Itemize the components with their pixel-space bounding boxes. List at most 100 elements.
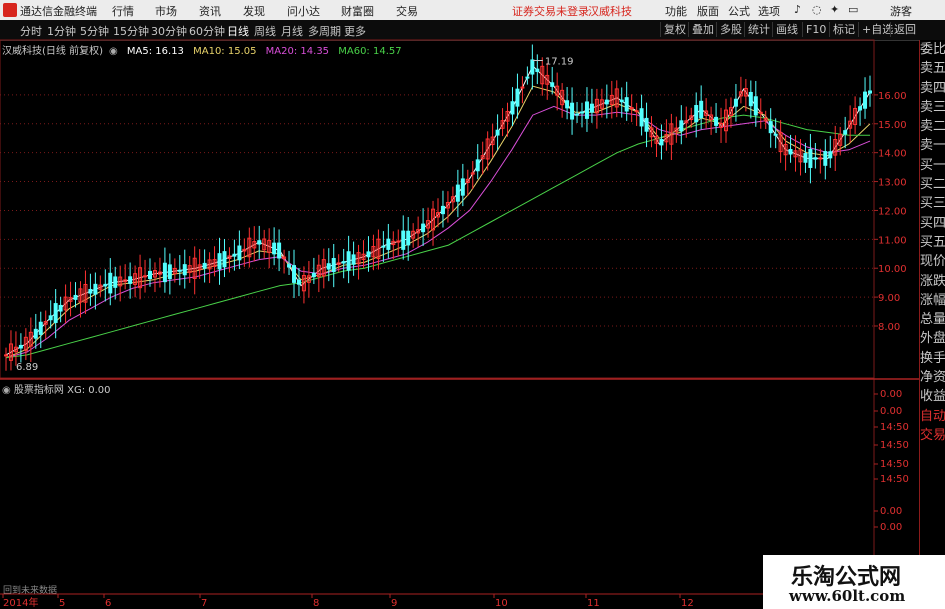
candle-body (565, 100, 570, 109)
candle-body (292, 265, 296, 283)
candle-body (4, 354, 8, 357)
candle-body (589, 103, 594, 113)
candle-body (495, 129, 500, 136)
candle-body (33, 328, 38, 339)
gear-icon[interactable]: ◉ (2, 385, 11, 396)
y-tick-label: 8.00 (878, 322, 900, 333)
y-tick-label: 10.00 (878, 264, 907, 275)
sidebar-item-12: 涨跌 (920, 273, 945, 289)
candle-body (570, 102, 575, 120)
sidebar-item-13: 涨幅 (920, 292, 945, 308)
candle-body (659, 139, 664, 146)
candle-body (351, 254, 356, 265)
candle-body (714, 116, 719, 126)
candle-body (823, 151, 828, 166)
candle-body (257, 240, 262, 245)
candle-body (38, 321, 43, 335)
no-data-text: 回到未来数据 (3, 586, 58, 596)
candle-body (694, 105, 699, 123)
candle-body (326, 263, 331, 270)
candle-body (366, 251, 371, 258)
candle-body (455, 184, 460, 202)
candle-body (341, 261, 346, 264)
candle-body (287, 264, 292, 268)
candle-body (733, 98, 738, 107)
candle-body (18, 344, 23, 349)
sidebar-item-16: 换手 (920, 350, 945, 366)
indicator-title: 股票指标网 (13, 385, 64, 396)
candle-body (748, 91, 753, 107)
candle-body (550, 82, 555, 87)
candle-body (575, 113, 580, 116)
x-tick-label: 8 (313, 598, 319, 609)
candle-body (440, 205, 445, 215)
candle-body (331, 258, 336, 273)
candle-body (525, 76, 530, 79)
x-tick-label: 6 (105, 598, 111, 609)
y-tick-label: 11.00 (878, 235, 907, 246)
sidebar-item-11: 现价 (920, 254, 945, 270)
sub-y-label: 0.00 (880, 389, 902, 400)
candle-body (113, 276, 118, 288)
candle-body (93, 283, 98, 295)
sidebar-item-8: 买三 (920, 196, 945, 212)
y-tick-label: 9.00 (878, 293, 900, 304)
sub-y-label: 14:50 (880, 459, 909, 470)
candle-body (619, 99, 624, 103)
candle-body (222, 251, 227, 268)
candle-body (232, 253, 237, 257)
candle-body (381, 245, 386, 248)
watermark: 乐淘公式网 www.60lt.com (763, 555, 945, 609)
candle-body (421, 223, 426, 233)
candle-body (182, 264, 187, 276)
y-tick-label: 12.00 (878, 206, 907, 217)
candle-body (202, 262, 207, 269)
candle-body (863, 91, 868, 109)
candle-body (828, 151, 833, 159)
sidebar-item-2: 卖四 (920, 80, 945, 96)
candle-body (808, 148, 813, 168)
sub-y-label: 0.00 (880, 406, 902, 417)
indicator-value: XG: 0.00 (67, 385, 111, 396)
sidebar-item-4: 卖二 (920, 119, 945, 135)
sidebar-bottom-0[interactable]: 自动 (920, 407, 945, 426)
candle-body (858, 106, 863, 111)
y-tick-label: 14.00 (878, 149, 907, 160)
candle-body (406, 230, 411, 246)
candle-body (803, 153, 808, 163)
kline-chart[interactable]: 8.00 9.00 10.00 11.00 12.00 13.00 14.00 15.00 16… (0, 0, 945, 609)
y-tick-label: 13.00 (878, 178, 907, 189)
sidebar-item-6: 买一 (920, 157, 945, 173)
candle-body (699, 100, 704, 119)
ma-line-MA20 (5, 105, 871, 359)
candle-body (580, 111, 584, 114)
candle-body (386, 238, 391, 250)
candle-body (217, 253, 222, 270)
sub-y-label: 0.00 (880, 506, 902, 517)
candle-body (148, 270, 152, 280)
sidebar-bottom-1[interactable]: 交易 (920, 426, 945, 445)
sidebar-item-7: 买二 (920, 177, 945, 193)
candle-body (679, 120, 684, 132)
candle-body (758, 111, 763, 114)
candle-body (644, 117, 649, 132)
sidebar-item-18: 收益 (920, 389, 945, 405)
candle-body (108, 272, 113, 294)
x-tick-label: 11 (587, 598, 600, 609)
sidebar-item-15: 外盘 (920, 331, 945, 347)
sidebar-item-0: 委比 (920, 42, 945, 57)
sidebar-item-3: 卖三 (920, 99, 945, 115)
sidebar-item-5: 卖一 (920, 138, 945, 154)
x-tick-label: 12 (681, 598, 694, 609)
candle-body (520, 86, 525, 89)
candle-body (768, 121, 773, 134)
high-annotation: 17.19 (545, 57, 574, 68)
x-tick-label: 2014年 (3, 596, 38, 609)
candle-body (530, 59, 535, 75)
x-tick-label: 10 (495, 598, 508, 609)
candle-body (788, 149, 793, 155)
candle-body (401, 230, 406, 250)
candle-body (639, 108, 644, 127)
candle-body (177, 269, 182, 272)
sub-y-label: 14:50 (880, 422, 909, 433)
